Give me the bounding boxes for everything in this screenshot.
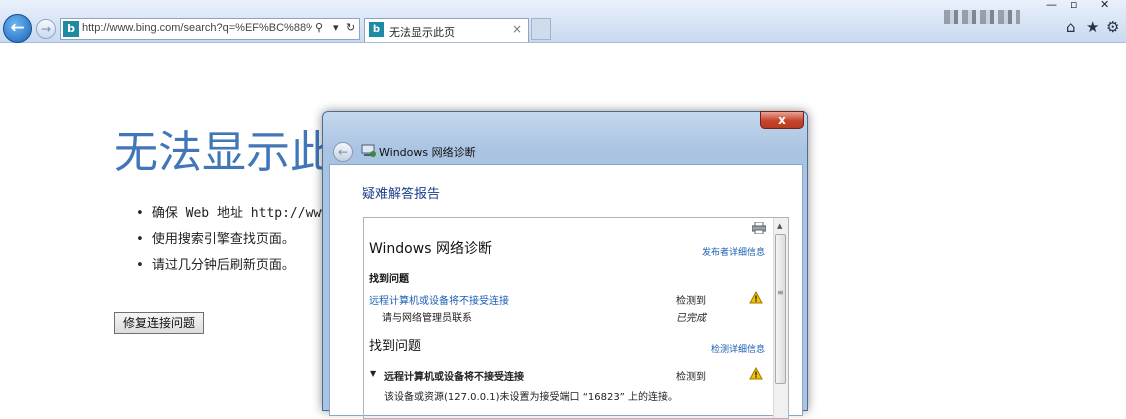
- address-bar[interactable]: b http://www.bing.com/search?q=%EF%BC%88…: [60, 18, 360, 40]
- close-window-icon[interactable]: ✕: [1100, 0, 1109, 11]
- scroll-thumb[interactable]: [775, 234, 786, 384]
- problem-detail-status: 检测到: [676, 372, 706, 383]
- problem-detail-title: 远程计算机或设备将不接受连接: [384, 372, 524, 383]
- found-problems-label: 找到问题: [369, 274, 409, 285]
- settings-gear-icon[interactable]: ⚙: [1106, 18, 1119, 36]
- dialog-content: 疑难解答报告 Windows 网络诊断 发布者详细信息 找到问题 远程计算机或设…: [329, 164, 803, 419]
- dialog-title: Windows 网络诊断: [379, 146, 476, 159]
- maximize-icon[interactable]: ▫: [1070, 0, 1077, 11]
- minimize-icon[interactable]: —: [1046, 0, 1057, 11]
- home-icon[interactable]: ⌂: [1066, 18, 1076, 36]
- detection-details-link[interactable]: 检测详细信息: [711, 342, 765, 355]
- suggestion-item: 确保 Web 地址 http://www.: [136, 202, 337, 228]
- tab-title: 无法显示此页: [389, 26, 455, 39]
- fix-connection-button[interactable]: 修复连接问题: [114, 312, 204, 334]
- new-tab-button[interactable]: [531, 18, 551, 40]
- back-button[interactable]: ←: [3, 14, 32, 43]
- problem-status: 检测到: [676, 296, 706, 307]
- address-url[interactable]: http://www.bing.com/search?q=%EF%BC%88%E…: [82, 22, 312, 34]
- back-arrow-icon: ←: [10, 18, 25, 38]
- collapse-arrow-icon[interactable]: ▼: [370, 369, 376, 378]
- problem-detail-text: 该设备或资源(127.0.0.1)未设置为接受端口 “16823” 上的连接。: [384, 392, 679, 403]
- back-arrow-icon: ←: [337, 145, 349, 159]
- search-icon[interactable]: ⚲: [315, 21, 323, 34]
- report-pane: Windows 网络诊断 发布者详细信息 找到问题 远程计算机或设备将不接受连接…: [363, 217, 789, 419]
- suggestion-item: 使用搜索引擎查找页面。: [136, 228, 337, 254]
- favorites-star-icon[interactable]: ★: [1086, 18, 1099, 36]
- suggestion-item: 请过几分钟后刷新页面。: [136, 254, 337, 280]
- contact-admin-text: 请与网络管理员联系: [382, 313, 472, 324]
- blurred-user-info: [944, 10, 1020, 24]
- dialog-close-button[interactable]: x: [760, 111, 804, 129]
- network-diagnostics-icon: [361, 144, 376, 157]
- dialog-back-button[interactable]: ←: [333, 142, 353, 162]
- troubleshooting-report-heading: 疑难解答报告: [362, 187, 441, 202]
- contact-status: 已完成: [676, 313, 706, 324]
- warning-icon: [749, 291, 763, 304]
- bing-site-icon: b: [63, 21, 79, 37]
- warning-icon: [749, 367, 763, 380]
- window-controls: — ▫ ✕: [1040, 0, 1126, 11]
- bing-tab-icon: b: [369, 22, 384, 37]
- forward-button[interactable]: →: [36, 19, 56, 39]
- tab-close-icon[interactable]: ×: [512, 22, 522, 36]
- browser-toolbar: ← → b http://www.bing.com/search?q=%EF%B…: [0, 0, 1126, 43]
- tab-current[interactable]: b 无法显示此页 ×: [364, 18, 529, 42]
- forward-arrow-icon: →: [40, 22, 52, 36]
- address-dropdown-icon[interactable]: ▾: [333, 21, 339, 34]
- report-scrollbar[interactable]: ▲ ≡: [773, 218, 788, 418]
- network-diagnostics-dialog: x ← Windows 网络诊断 疑难解答报告 Windows 网络诊断 发布者…: [322, 111, 808, 419]
- found-problems-heading: 找到问题: [369, 339, 422, 354]
- scroll-up-icon[interactable]: ▲: [777, 222, 782, 230]
- publisher-details-link[interactable]: 发布者详细信息: [702, 245, 765, 258]
- report-title: Windows 网络诊断: [369, 241, 492, 257]
- error-suggestions-list: 确保 Web 地址 http://www. 使用搜索引擎查找页面。 请过几分钟后…: [136, 202, 337, 280]
- scroll-grip-icon: ≡: [777, 288, 784, 297]
- printer-icon[interactable]: [752, 222, 766, 234]
- refresh-icon[interactable]: ↻: [346, 21, 355, 34]
- problem-link[interactable]: 远程计算机或设备将不接受连接: [369, 292, 509, 307]
